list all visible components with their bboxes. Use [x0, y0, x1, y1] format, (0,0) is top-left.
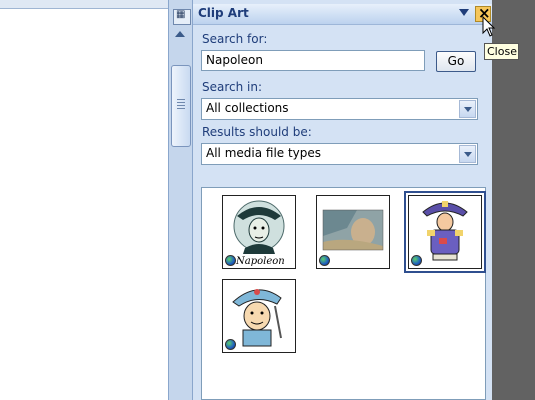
scrollbar-thumb[interactable]	[171, 65, 191, 147]
go-button[interactable]: Go	[436, 51, 476, 72]
results-type-dropdown-button[interactable]	[459, 145, 476, 163]
clip-result-napoleon-portrait[interactable]: Napoleon	[222, 195, 296, 269]
dropdown-arrow-icon	[464, 152, 472, 157]
pane-options-dropdown-icon[interactable]	[459, 9, 469, 16]
search-input[interactable]: Napoleon	[201, 50, 425, 71]
search-in-select[interactable]: All collections	[201, 98, 478, 120]
mouse-cursor-icon	[482, 16, 496, 37]
close-tooltip: Close	[484, 43, 519, 60]
clip-result-cartoon-soldier[interactable]	[222, 279, 296, 353]
desktop-background	[492, 0, 535, 400]
document-page	[0, 0, 168, 400]
clip-caption: Napoleon	[236, 256, 285, 267]
clip-result-cartoon-napoleon[interactable]	[404, 191, 486, 273]
ruler-icon: ▦	[176, 9, 186, 20]
globe-icon	[225, 339, 236, 350]
results-label: Results should be:	[202, 125, 312, 139]
results-type-value: All media file types	[206, 146, 322, 160]
document-top-edge	[0, 0, 168, 9]
search-in-dropdown-button[interactable]	[459, 100, 476, 118]
globe-icon	[225, 255, 236, 266]
globe-icon	[319, 255, 330, 266]
search-in-value: All collections	[206, 101, 289, 115]
clip-art-pane: Clip Art × Search for: Napoleon Go Searc…	[192, 0, 493, 400]
scrollbar-grip	[177, 99, 185, 111]
pane-title: Clip Art	[198, 6, 249, 20]
dropdown-arrow-icon	[464, 107, 472, 112]
scroll-up-icon[interactable]	[175, 31, 185, 37]
ruler-toggle-button[interactable]: ▦	[173, 9, 191, 25]
vertical-scrollbar[interactable]: ▦	[168, 0, 193, 400]
pane-header: Clip Art ×	[193, 4, 493, 25]
search-in-label: Search in:	[202, 80, 263, 94]
search-for-label: Search for:	[202, 32, 268, 46]
clip-result-painting[interactable]	[316, 195, 390, 269]
results-area: Napoleon	[201, 187, 486, 400]
globe-icon	[411, 255, 422, 266]
results-type-select[interactable]: All media file types	[201, 143, 478, 165]
